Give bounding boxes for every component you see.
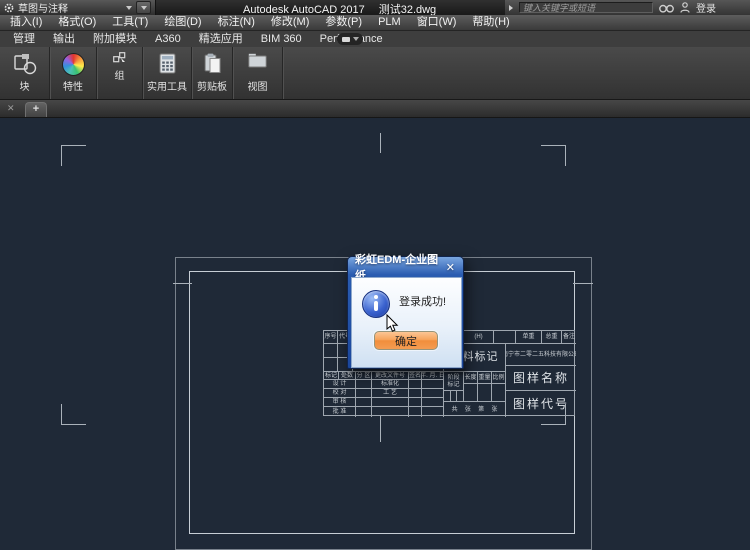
folder-icon [233, 53, 282, 68]
panel-label-properties: 特性 [50, 78, 96, 93]
panel-view[interactable]: 视图 [233, 47, 283, 99]
ribbon-panel-row: 块 特性 组 实用工具 [0, 47, 750, 100]
panel-label-view: 视图 [233, 78, 282, 93]
app-titlebar: 草图与注释 Autodesk AutoCAD 2017测试32.dwg 登录 [0, 0, 750, 15]
collapse-search-icon[interactable] [509, 5, 513, 11]
titleblock-drawing-name: 图样名称 [506, 366, 576, 391]
corner-mark [565, 145, 566, 166]
panel-label-block: 块 [0, 78, 49, 93]
infocenter: 登录 [505, 0, 750, 15]
menu-help[interactable]: 帮助(H) [464, 15, 517, 30]
titleblock-drawing-code: 图样代号 [506, 391, 576, 417]
centering-mark [173, 283, 192, 284]
corner-mark [61, 404, 62, 425]
tab-a360[interactable]: A360 [146, 31, 190, 47]
panel-properties[interactable]: 特性 [50, 47, 97, 99]
titleblock-cell: 单重 [516, 331, 542, 344]
media-dropdown-button[interactable] [337, 33, 363, 45]
dialog-shadow [351, 369, 466, 373]
centering-mark [380, 133, 381, 153]
edm-login-dialog: 彩虹EDM-企业图纸... ✕ 登录成功! 确定 [347, 256, 464, 369]
color-wheel-icon [50, 53, 96, 76]
workspace-dropdown-button[interactable] [136, 1, 151, 14]
ribbon-tab-bar: 管理 输出 附加模块 A360 精选应用 BIM 360 Performance [0, 31, 750, 47]
corner-mark [541, 424, 566, 425]
dialog-message: 登录成功! [399, 293, 446, 309]
ribbon-empty-space [283, 47, 750, 99]
titleblock-cell: 总重 [542, 331, 562, 344]
chevron-down-icon [126, 6, 132, 10]
panel-groups[interactable]: 组 [97, 47, 143, 99]
workspace-switcher[interactable]: 草图与注释 [0, 0, 156, 15]
sign-in-button[interactable]: 登录 [696, 0, 716, 15]
panel-block[interactable]: 块 [0, 47, 50, 99]
menu-modify[interactable]: 修改(M) [263, 15, 318, 30]
corner-mark [61, 424, 86, 425]
close-icon[interactable]: ✕ [7, 103, 15, 113]
new-drawing-tab-button[interactable]: + [25, 102, 47, 117]
autocad-window: { "titlebar": { "workspace_label": "草图与注… [0, 0, 750, 512]
search-input[interactable] [519, 2, 653, 13]
dialog-close-icon[interactable]: ✕ [446, 261, 463, 274]
user-icon[interactable] [680, 2, 690, 13]
block-icon [0, 53, 49, 77]
clipboard-icon [192, 53, 232, 74]
gear-icon [4, 3, 14, 13]
titleblock-cell: 备注 [562, 331, 576, 344]
menu-insert[interactable]: 插入(I) [2, 15, 50, 30]
menu-dimension[interactable]: 标注(N) [210, 15, 263, 30]
titleblock-sheet-row: 共张 第张 [444, 402, 506, 417]
file-tab-bar: ✕ + [0, 100, 750, 118]
tab-addins[interactable]: 附加模块 [84, 31, 146, 47]
panel-utilities[interactable]: 实用工具 [143, 47, 192, 99]
menu-draw[interactable]: 绘图(D) [156, 15, 209, 30]
titleblock-stage-mark: 阶段标记 [444, 372, 464, 391]
dialog-titlebar[interactable]: 彩虹EDM-企业图纸... ✕ [348, 257, 463, 277]
video-icon [342, 37, 350, 42]
corner-mark [541, 145, 566, 146]
corner-mark [61, 145, 62, 166]
mouse-cursor-icon [386, 314, 399, 333]
tab-bim360[interactable]: BIM 360 [252, 31, 311, 47]
panel-label-utilities: 实用工具 [143, 78, 191, 93]
corner-mark [61, 145, 86, 146]
workspace-label: 草图与注释 [18, 0, 122, 15]
titleblock-cell: 序号 [324, 331, 338, 344]
panel-label-groups: 组 [97, 67, 142, 82]
tab-output[interactable]: 输出 [44, 31, 84, 47]
group-icon [97, 52, 142, 64]
panel-label-clipboard: 剪贴板 [192, 78, 232, 93]
titleblock-cell [494, 331, 516, 344]
calculator-icon [143, 53, 191, 74]
menu-parametric[interactable]: 参数(P) [317, 15, 370, 30]
centering-mark [380, 416, 381, 442]
tab-manage[interactable]: 管理 [4, 31, 44, 47]
menu-plm[interactable]: PLM [370, 15, 409, 30]
ok-button[interactable]: 确定 [374, 331, 438, 350]
dialog-body: 登录成功! 确定 [351, 277, 462, 368]
tab-featured-apps[interactable]: 精选应用 [190, 31, 252, 47]
titleblock-cell: (H) [464, 331, 494, 344]
titleblock-company: 南宁市二零二五科技有限公司 [506, 344, 576, 366]
menu-tools[interactable]: 工具(T) [104, 15, 156, 30]
menu-window[interactable]: 窗口(W) [409, 15, 465, 30]
panel-clipboard[interactable]: 剪贴板 [192, 47, 233, 99]
binoculars-icon[interactable] [659, 3, 674, 13]
menu-bar: 插入(I) 格式(O) 工具(T) 绘图(D) 标注(N) 修改(M) 参数(P… [0, 15, 750, 31]
centering-mark [573, 283, 593, 284]
menu-format[interactable]: 格式(O) [50, 15, 104, 30]
